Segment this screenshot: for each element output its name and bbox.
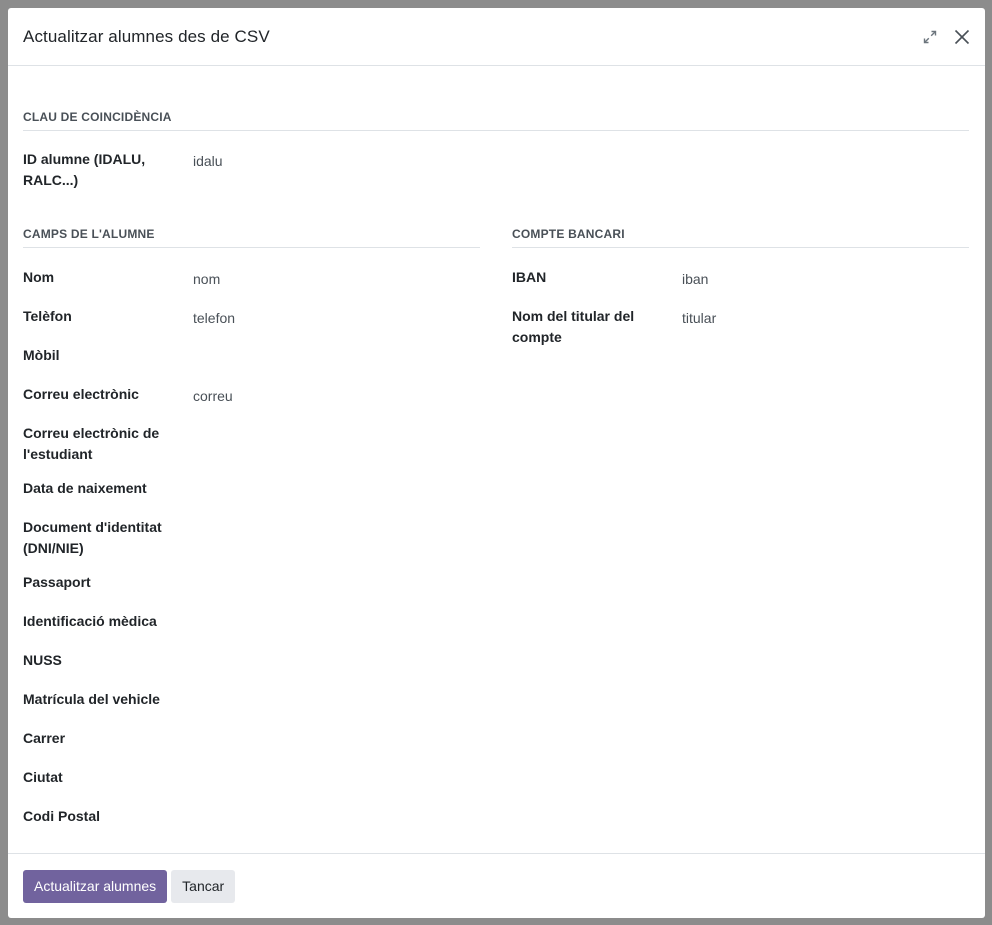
- value-student-id[interactable]: idalu: [193, 151, 223, 172]
- label-nuss: NUSS: [23, 652, 62, 668]
- section-title-student-fields: CAMPS DE L'ALUMNE: [23, 227, 480, 248]
- section-title-bank-account: COMPTE BANCARI: [512, 227, 969, 248]
- label-student-id: ID alumne (IDALU, RALC...): [23, 151, 146, 188]
- label-iban: IBAN: [512, 269, 547, 285]
- label-mobile: Mòbil: [23, 347, 60, 363]
- expand-icon[interactable]: [921, 28, 939, 46]
- update-students-button[interactable]: Actualitzar alumnes: [23, 869, 168, 903]
- header-actions: [921, 28, 971, 46]
- value-account-holder[interactable]: titular: [682, 308, 716, 329]
- section-title-match-key: CLAU DE COINCIDÈNCIA: [23, 110, 969, 131]
- dialog-header: Actualitzar alumnes des de CSV: [8, 8, 985, 66]
- label-email: Correu electrònic: [23, 386, 139, 402]
- close-button[interactable]: Tancar: [171, 869, 236, 903]
- dialog-body: CLAU DE COINCIDÈNCIA ID alumne (IDALU, R…: [8, 66, 985, 853]
- label-id-document: Document d'identitat (DNI/NIE): [23, 519, 162, 556]
- label-account-holder: Nom del titular del compte: [512, 308, 635, 345]
- close-icon[interactable]: [953, 28, 971, 46]
- value-name[interactable]: nom: [193, 269, 220, 290]
- import-dialog: Actualitzar alumnes des de CSV CLAU DE C…: [8, 8, 985, 918]
- label-vehicle-plate: Matrícula del vehicle: [23, 691, 160, 707]
- value-phone[interactable]: telefon: [193, 308, 235, 329]
- dialog-title: Actualitzar alumnes des de CSV: [23, 26, 270, 46]
- label-student-email: Correu electrònic de l'estudiant: [23, 425, 160, 462]
- dialog-footer: Actualitzar alumnes Tancar: [8, 853, 985, 918]
- label-phone: Telèfon: [23, 308, 72, 324]
- label-medical-id: Identificació mèdica: [23, 613, 157, 629]
- label-name: Nom: [23, 269, 55, 285]
- value-email[interactable]: correu: [193, 386, 233, 407]
- label-street: Carrer: [23, 730, 66, 746]
- label-birth-date: Data de naixement: [23, 480, 147, 496]
- label-city: Ciutat: [23, 769, 63, 785]
- label-passport: Passaport: [23, 574, 91, 590]
- value-iban[interactable]: iban: [682, 269, 708, 290]
- label-postal-code: Codi Postal: [23, 808, 101, 824]
